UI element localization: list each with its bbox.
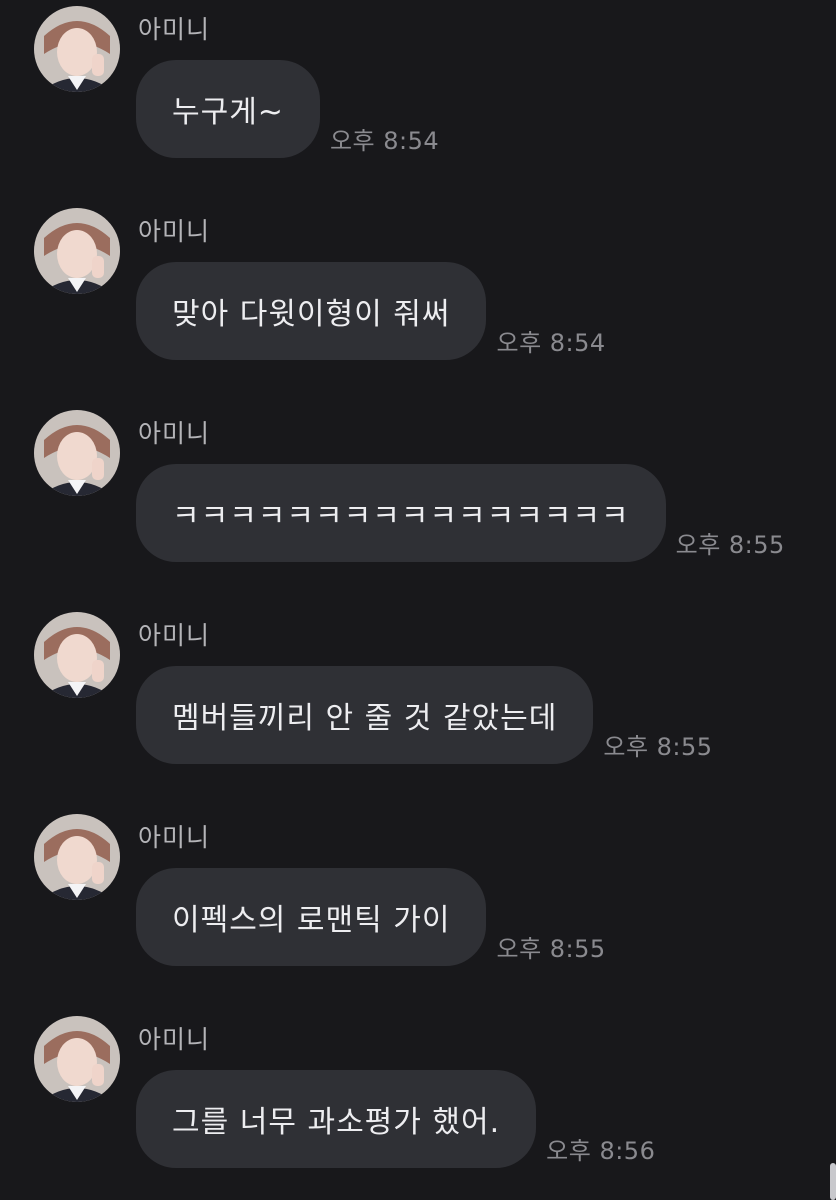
message-bubble[interactable]: 이펙스의 로맨틱 가이 (136, 868, 487, 966)
message-timestamp: 오후 8:54 (329, 127, 440, 155)
sender-name: 아미니 (138, 621, 211, 650)
message-row: 맞아 다윗이형이 줘써 오후 8:54 (136, 262, 606, 360)
message-bubble[interactable]: 멤버들끼리 안 줄 것 같았는데 (136, 666, 594, 764)
message-bubble[interactable]: 그를 너무 과소평가 했어. (136, 1070, 537, 1168)
scrollbar-thumb[interactable] (830, 1163, 836, 1200)
message-timestamp: 오후 8:55 (603, 733, 713, 761)
message-row: ㅋㅋㅋㅋㅋㅋㅋㅋㅋㅋㅋㅋㅋㅋㅋㅋ 오후 8:55 (136, 464, 785, 562)
avatar-photo-icon (34, 612, 120, 698)
message-row: 멤버들끼리 안 줄 것 같았는데 오후 8:55 (136, 666, 713, 764)
sender-name: 아미니 (138, 15, 211, 44)
sender-avatar[interactable] (34, 410, 120, 496)
avatar-photo-icon (34, 814, 120, 900)
message-group: 아미니 멤버들끼리 안 줄 것 같았는데 오후 8:55 (0, 606, 836, 776)
message-group: 아미니 맞아 다윗이형이 줘써 오후 8:54 (0, 202, 836, 372)
message-group: 아미니 누구게~ 오후 8:54 (0, 0, 836, 170)
message-group: 아미니 이펙스의 로맨틱 가이 오후 8:55 (0, 808, 836, 978)
sender-avatar[interactable] (34, 208, 120, 294)
message-row: 누구게~ 오후 8:54 (136, 60, 439, 158)
sender-name: 아미니 (138, 217, 211, 246)
chat-thread: 아미니 누구게~ 오후 8:54 아미니 맞아 다윗이형이 줘써 오후 8:54 (0, 0, 836, 1200)
sender-name: 아미니 (138, 823, 211, 852)
sender-avatar[interactable] (34, 1016, 120, 1102)
message-group: 아미니 그를 너무 과소평가 했어. 오후 8:56 (0, 1010, 836, 1180)
message-timestamp: 오후 8:55 (496, 935, 606, 963)
message-row: 그를 너무 과소평가 했어. 오후 8:56 (136, 1070, 655, 1168)
sender-avatar[interactable] (34, 612, 120, 698)
avatar-photo-icon (34, 6, 120, 92)
message-group: 아미니 ㅋㅋㅋㅋㅋㅋㅋㅋㅋㅋㅋㅋㅋㅋㅋㅋ 오후 8:55 (0, 404, 836, 574)
message-bubble[interactable]: ㅋㅋㅋㅋㅋㅋㅋㅋㅋㅋㅋㅋㅋㅋㅋㅋ (136, 464, 666, 562)
message-row: 이펙스의 로맨틱 가이 오후 8:55 (136, 868, 606, 966)
message-timestamp: 오후 8:56 (546, 1137, 656, 1165)
message-timestamp: 오후 8:55 (675, 531, 785, 559)
avatar-photo-icon (34, 1016, 120, 1102)
message-timestamp: 오후 8:54 (496, 329, 606, 357)
avatar-photo-icon (34, 208, 120, 294)
message-bubble[interactable]: 맞아 다윗이형이 줘써 (136, 262, 487, 360)
sender-name: 아미니 (138, 419, 211, 448)
sender-avatar[interactable] (34, 6, 120, 92)
avatar-photo-icon (34, 410, 120, 496)
sender-avatar[interactable] (34, 814, 120, 900)
message-bubble[interactable]: 누구게~ (136, 60, 320, 158)
sender-name: 아미니 (138, 1025, 211, 1054)
